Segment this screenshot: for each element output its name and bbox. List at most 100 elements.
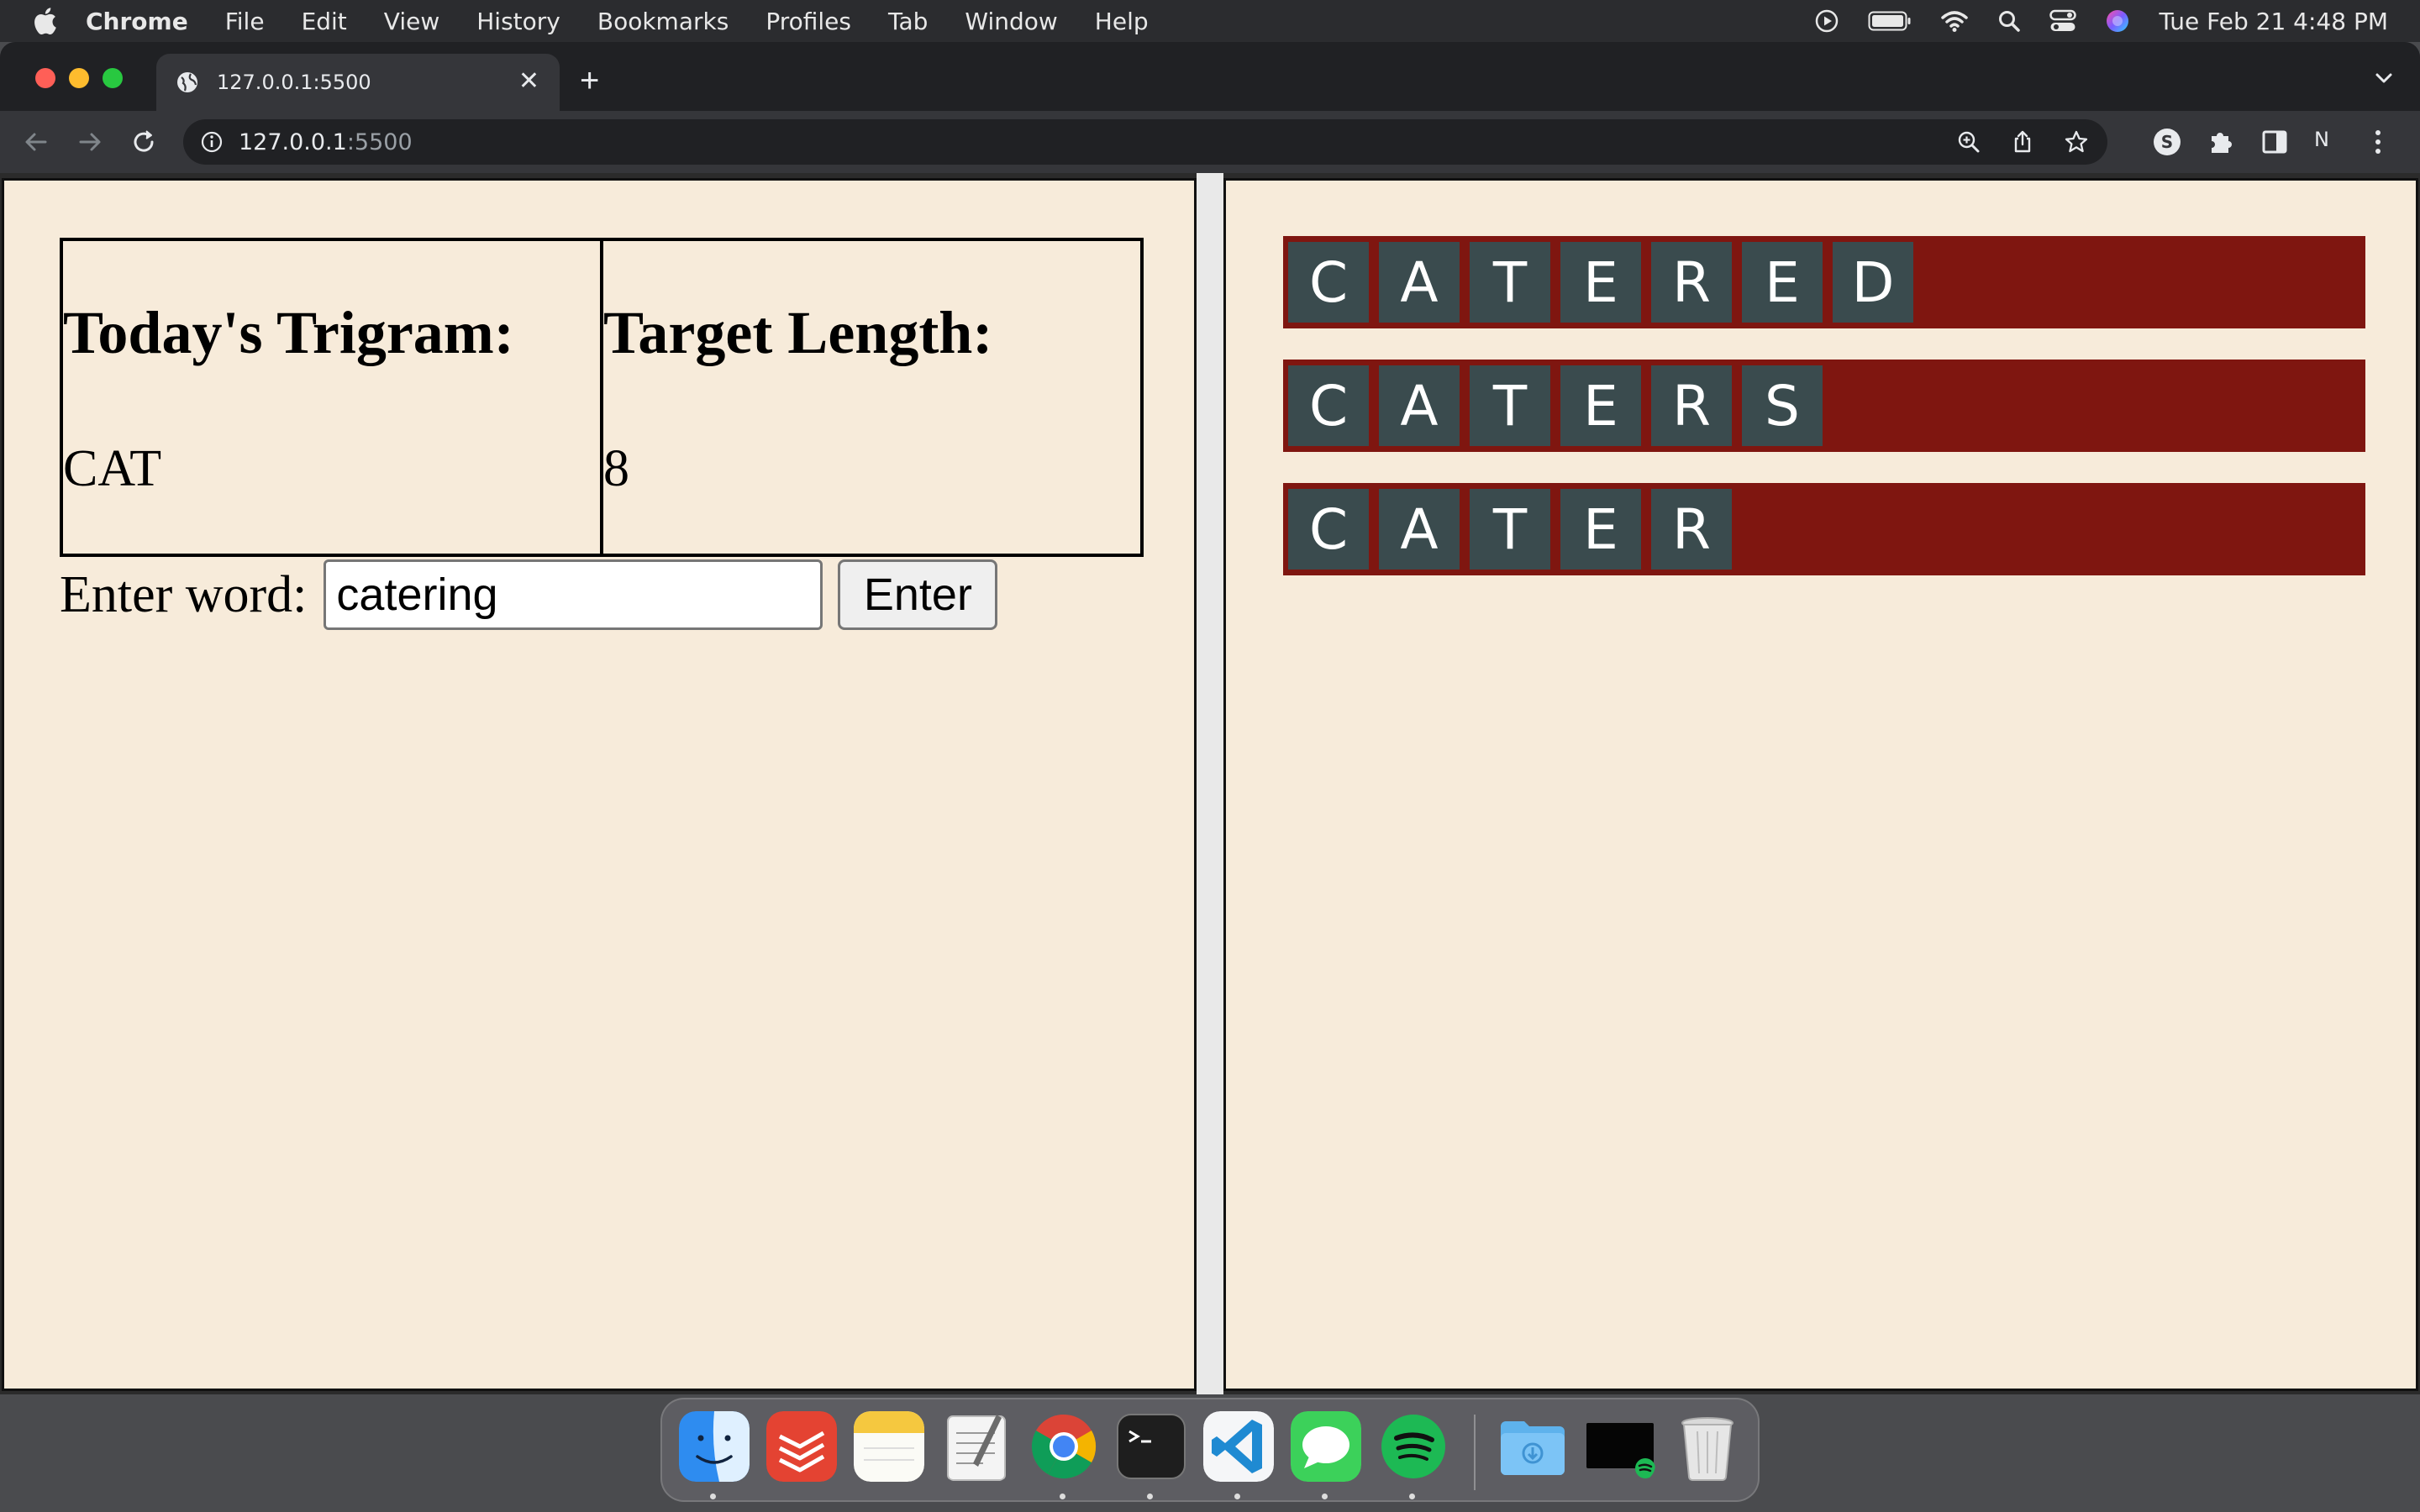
word-entry-form: Enter word: Enter <box>60 559 998 631</box>
menu-bar: Chrome File Edit View History Bookmarks … <box>0 0 2420 42</box>
url-text[interactable]: 127.0.0.1:5500 <box>239 129 413 155</box>
menu-app-name[interactable]: Chrome <box>86 8 188 35</box>
trigram-heading: Today's Trigram: <box>63 299 514 366</box>
menu-window[interactable]: Window <box>965 8 1057 35</box>
menu-bookmarks[interactable]: Bookmarks <box>597 8 729 35</box>
page-viewport: Today's Trigram: CAT Target Length: 8 En… <box>0 173 2420 1394</box>
letter-tile: C <box>1288 242 1369 323</box>
todoist-icon[interactable] <box>766 1411 837 1482</box>
target-length-cell: Target Length: 8 <box>600 241 1140 554</box>
textedit-icon[interactable] <box>941 1411 1012 1482</box>
menu-help[interactable]: Help <box>1095 8 1149 35</box>
trigram-cell: Today's Trigram: CAT <box>63 241 600 554</box>
more-menu-icon[interactable] <box>2373 126 2383 158</box>
battery-icon[interactable] <box>1868 10 1912 32</box>
menu-edit[interactable]: Edit <box>302 8 347 35</box>
menu-profiles[interactable]: Profiles <box>765 8 851 35</box>
browser-window: 127.0.0.1:5500 ✕ + 127.0.0.1:5500 S N To… <box>0 42 2420 1394</box>
extensions-puzzle-icon[interactable] <box>2207 128 2235 156</box>
letter-tile: E <box>1742 242 1823 323</box>
guesses-pane: C A T E R E D C A T E R S C A T E R <box>1223 178 2418 1391</box>
siri-icon[interactable] <box>2105 8 2130 34</box>
globe-icon <box>177 72 197 92</box>
tab-title: 127.0.0.1:5500 <box>217 71 371 94</box>
guess-row: C A T E R <box>1283 483 2365 575</box>
guess-row: C A T E R E D <box>1283 236 2365 328</box>
running-indicator <box>1147 1494 1153 1499</box>
forward-arrow-icon[interactable] <box>74 126 106 158</box>
pane-divider[interactable] <box>1197 173 1223 1394</box>
close-window-button[interactable] <box>35 68 55 88</box>
screen-recording-icon[interactable] <box>1585 1411 1655 1482</box>
back-arrow-icon[interactable] <box>20 126 52 158</box>
share-icon[interactable] <box>2010 129 2035 155</box>
side-panel-icon[interactable] <box>2260 128 2289 156</box>
game-info-table: Today's Trigram: CAT Target Length: 8 <box>60 238 1144 557</box>
notes-icon[interactable] <box>854 1411 924 1482</box>
letter-tile: E <box>1560 242 1641 323</box>
vscode-icon[interactable] <box>1203 1411 1274 1482</box>
game-input-pane: Today's Trigram: CAT Target Length: 8 En… <box>2 178 1197 1391</box>
dock-separator <box>1474 1415 1476 1490</box>
bookmark-star-icon[interactable] <box>2064 129 2089 155</box>
letter-tile: E <box>1560 365 1641 446</box>
letter-tile: D <box>1833 242 1913 323</box>
site-info-icon[interactable] <box>200 130 224 154</box>
svg-text:S: S <box>2161 132 2173 152</box>
letter-tile: T <box>1470 365 1550 446</box>
tab-strip: 127.0.0.1:5500 ✕ + <box>0 42 2420 111</box>
extension-s-icon[interactable]: S <box>2153 128 2181 156</box>
minimize-window-button[interactable] <box>69 68 89 88</box>
letter-tile: R <box>1651 242 1732 323</box>
url-port: :5500 <box>346 129 413 155</box>
menu-tab[interactable]: Tab <box>888 8 928 35</box>
letter-tile: C <box>1288 489 1369 570</box>
enter-word-label: Enter word: <box>60 565 308 623</box>
guess-row: C A T E R S <box>1283 360 2365 452</box>
apple-logo-icon[interactable] <box>32 7 57 35</box>
tab-active[interactable]: 127.0.0.1:5500 ✕ <box>156 54 560 111</box>
trigram-value: CAT <box>63 440 162 497</box>
letter-tile: S <box>1742 365 1823 446</box>
finder-icon[interactable] <box>679 1411 750 1482</box>
running-indicator <box>1409 1494 1415 1499</box>
address-bar-actions <box>1928 129 2089 155</box>
letter-tile: T <box>1470 489 1550 570</box>
chevron-down-icon[interactable] <box>2373 67 2395 89</box>
messages-icon[interactable] <box>1291 1411 1361 1482</box>
dock <box>660 1398 1760 1502</box>
control-center-icon[interactable] <box>2049 9 2077 33</box>
terminal-icon[interactable] <box>1116 1411 1186 1482</box>
reload-icon[interactable] <box>128 126 160 158</box>
downloads-folder-icon[interactable] <box>1497 1411 1568 1482</box>
enter-button[interactable]: Enter <box>838 559 998 630</box>
running-indicator <box>1060 1494 1065 1499</box>
menu-history[interactable]: History <box>476 8 560 35</box>
menu-clock[interactable]: Tue Feb 21 4:48 PM <box>2159 8 2388 35</box>
menu-view[interactable]: View <box>384 8 439 35</box>
chrome-icon[interactable] <box>1028 1411 1099 1482</box>
profile-avatar[interactable]: N <box>2314 128 2329 151</box>
tab-close-icon[interactable]: ✕ <box>518 69 539 94</box>
running-indicator <box>710 1494 716 1499</box>
word-input[interactable] <box>324 559 823 630</box>
zoom-icon[interactable] <box>1956 129 1981 155</box>
menu-extras: Tue Feb 21 4:48 PM <box>1786 0 2388 42</box>
letter-tile: C <box>1288 365 1369 446</box>
letter-tile: A <box>1379 489 1460 570</box>
menu-file[interactable]: File <box>225 8 265 35</box>
letter-tile: E <box>1560 489 1641 570</box>
running-indicator <box>1234 1494 1240 1499</box>
letter-tile: R <box>1651 489 1732 570</box>
target-length-value: 8 <box>603 440 629 497</box>
now-playing-icon[interactable] <box>1814 8 1839 34</box>
spotlight-search-icon[interactable] <box>1997 9 2021 33</box>
browser-toolbar: 127.0.0.1:5500 S N <box>0 111 2420 173</box>
letter-tile: R <box>1651 365 1732 446</box>
trash-icon[interactable] <box>1672 1411 1743 1482</box>
spotify-icon[interactable] <box>1378 1411 1449 1482</box>
new-tab-button[interactable]: + <box>580 64 599 97</box>
address-bar[interactable]: 127.0.0.1:5500 <box>183 119 2107 165</box>
wifi-icon[interactable] <box>1940 9 1969 33</box>
fullscreen-window-button[interactable] <box>103 68 123 88</box>
